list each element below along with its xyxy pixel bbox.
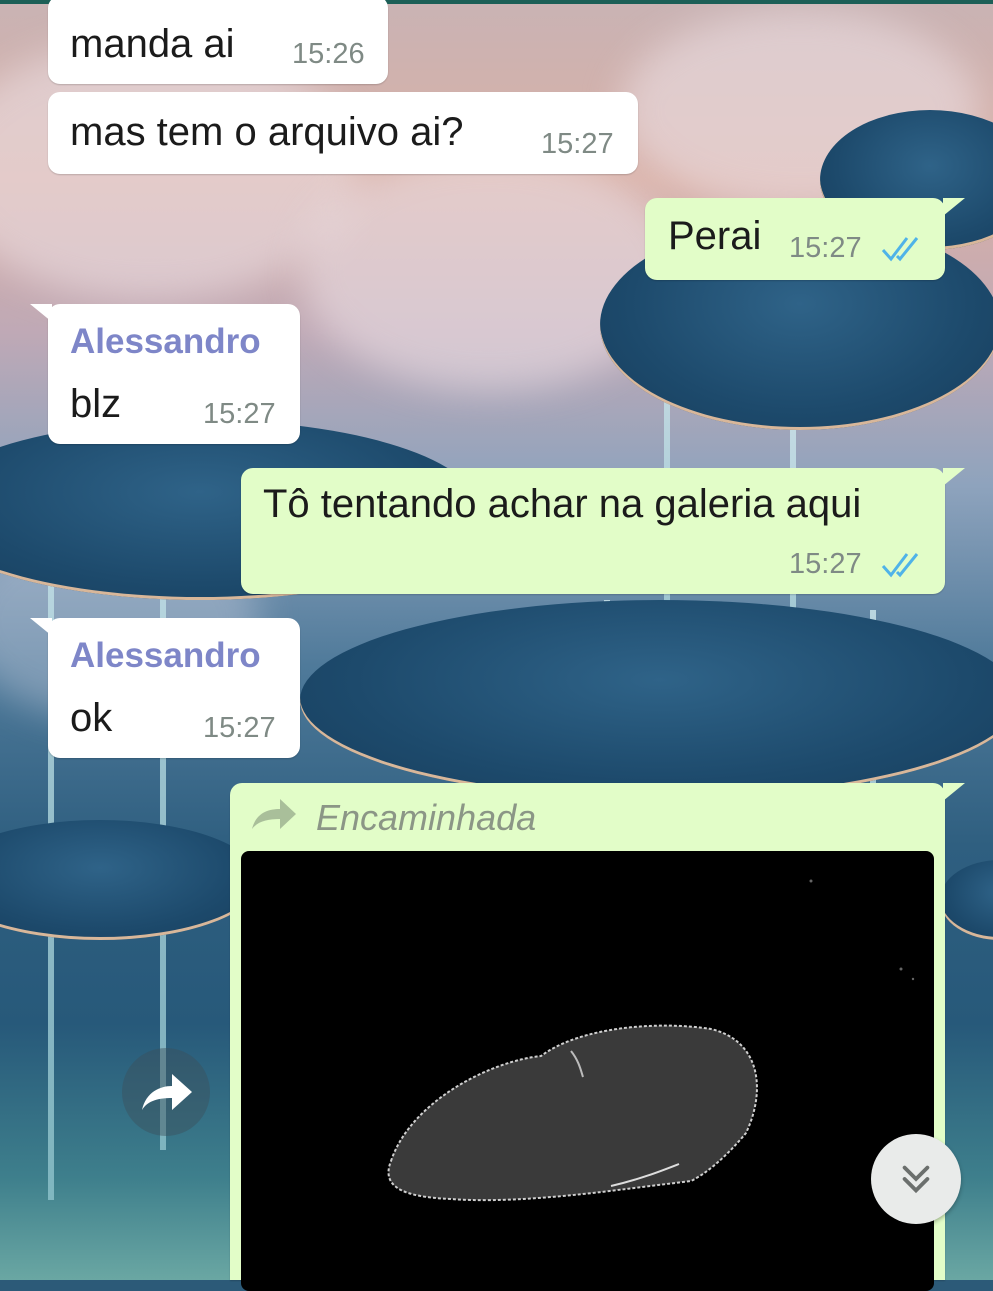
- share-forward-icon[interactable]: [122, 1048, 210, 1136]
- message-text: blz: [70, 382, 122, 426]
- message-bubble-incoming[interactable]: Alessandro blz 15:27: [30, 304, 300, 444]
- sender-name: Alessandro: [70, 636, 261, 675]
- message-bubble-incoming[interactable]: Alessandro ok 15:27: [30, 618, 300, 758]
- message-time: 15:27: [203, 398, 276, 430]
- message-time: 15:27: [203, 712, 276, 744]
- message-time: 15:27: [789, 548, 862, 580]
- image-attachment[interactable]: [241, 851, 934, 1291]
- message-bubble-outgoing[interactable]: Tô tentando achar na galeria aqui 15:27: [241, 468, 965, 594]
- sender-name: Alessandro: [70, 322, 261, 361]
- message-time: 15:27: [789, 232, 862, 264]
- message-text: manda ai: [70, 22, 235, 66]
- message-text: Tô tentando achar na galeria aqui: [263, 482, 862, 526]
- forward-arrow-icon: [252, 799, 296, 829]
- message-bubble-forwarded-image[interactable]: Encaminhada: [230, 783, 965, 1291]
- message-text: ok: [70, 696, 113, 740]
- double-chevron-down-icon: [902, 1165, 930, 1194]
- message-time: 15:26: [292, 38, 365, 70]
- double-check-icon: [881, 553, 919, 578]
- message-bubble-outgoing[interactable]: Perai 15:27: [645, 198, 965, 280]
- double-check-icon: [881, 237, 919, 262]
- message-bubble-incoming[interactable]: manda ai 15:26: [48, 0, 388, 84]
- scroll-to-bottom-button[interactable]: [871, 1134, 961, 1224]
- message-text: Perai: [668, 214, 762, 258]
- message-bubble-incoming[interactable]: mas tem o arquivo ai? 15:27: [48, 92, 638, 174]
- image-thumbnail: [387, 879, 915, 1202]
- message-text: mas tem o arquivo ai?: [70, 110, 464, 154]
- share-arrow-glyph: [142, 1074, 192, 1110]
- message-time: 15:27: [541, 128, 614, 160]
- forwarded-label: Encaminhada: [316, 797, 537, 838]
